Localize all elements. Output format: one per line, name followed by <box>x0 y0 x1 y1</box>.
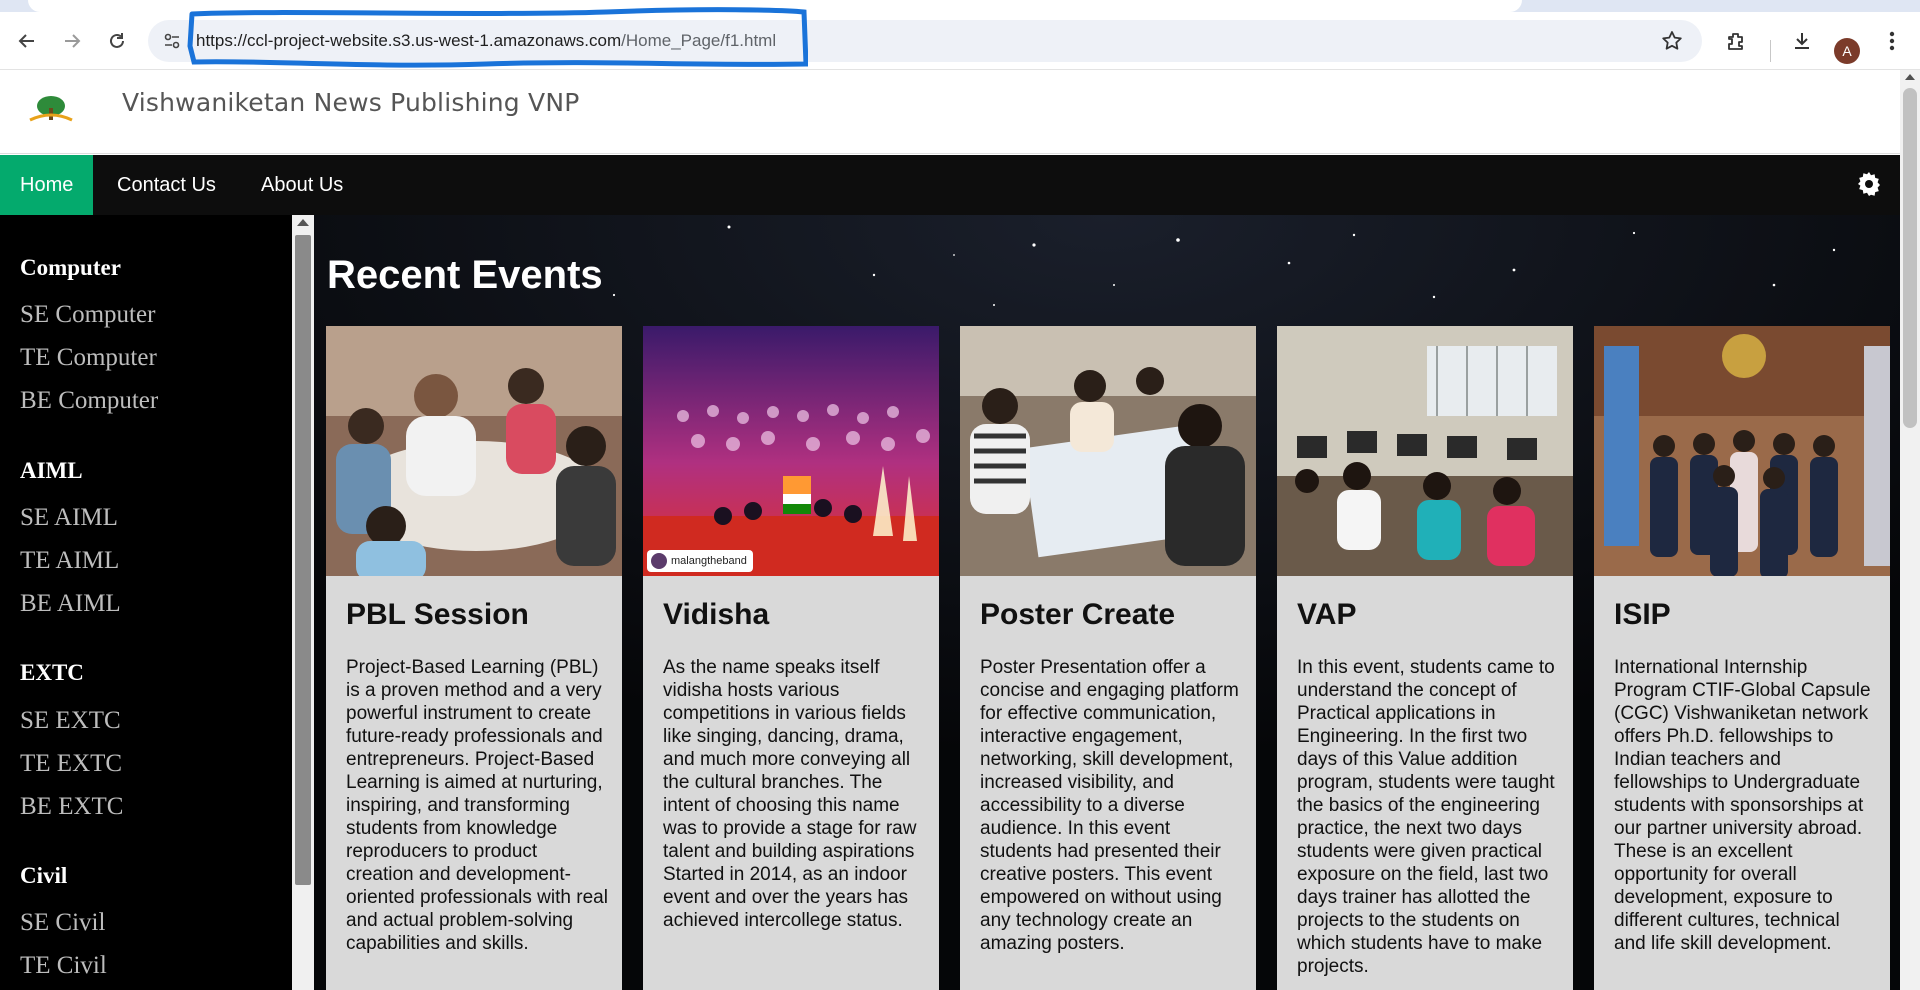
screen: https://ccl-project-website.s3.us-west-1… <box>0 0 1920 990</box>
event-card-vap[interactable]: VAP In this event, students came to unde… <box>1277 326 1573 990</box>
event-card-poster-create[interactable]: Poster Create Poster Presentation offer … <box>960 326 1256 990</box>
sidebar-link-se-extc[interactable]: SE EXTC <box>20 707 121 735</box>
forward-arrow-icon[interactable] <box>56 25 88 57</box>
download-icon[interactable] <box>1786 25 1818 57</box>
sidebar-link-be-aiml[interactable]: BE AIML <box>20 590 121 618</box>
sidebar: Computer SE Computer TE Computer BE Comp… <box>0 215 292 990</box>
sidebar-link-se-civil[interactable]: SE Civil <box>20 909 105 937</box>
kebab-menu-icon[interactable] <box>1876 25 1908 57</box>
event-photo-isip <box>1594 326 1890 576</box>
url-path: /Home_Page/f1.html <box>621 31 777 50</box>
badge-avatar-icon <box>651 553 667 569</box>
gear-icon[interactable] <box>1856 171 1882 197</box>
sidebar-link-te-aiml[interactable]: TE AIML <box>20 547 119 575</box>
event-title: ISIP <box>1614 598 1671 631</box>
event-title: Poster Create <box>980 598 1176 631</box>
tab-strip <box>0 0 1920 12</box>
top-navigation: Home Contact Us About Us <box>0 155 1900 215</box>
sidebar-link-be-extc[interactable]: BE EXTC <box>20 793 123 821</box>
sidebar-link-se-computer[interactable]: SE Computer <box>20 301 155 329</box>
event-photo-vap <box>1277 326 1573 576</box>
event-photo-vidisha <box>643 326 939 576</box>
active-tab[interactable] <box>28 0 1522 12</box>
main-content: Recent Events PBL Session Project-Based … <box>314 215 1900 990</box>
event-title: VAP <box>1297 598 1357 631</box>
site-header: Vishwaniketan News Publishing VNP <box>0 70 1900 154</box>
event-description: In this event, students came to understa… <box>1297 657 1555 977</box>
web-page: Vishwaniketan News Publishing VNP Home C… <box>0 70 1920 990</box>
scroll-up-arrow-icon[interactable] <box>297 219 309 226</box>
nav-home[interactable]: Home <box>0 155 94 215</box>
sidebar-link-te-civil[interactable]: TE Civil <box>20 952 107 980</box>
event-card-vidisha[interactable]: malangtheband Vidisha As the name speaks… <box>643 326 939 990</box>
sidebar-heading-computer: Computer <box>20 255 121 280</box>
sidebar-heading-aiml: AIML <box>20 458 83 483</box>
event-description: Project-Based Learning (PBL) is a proven… <box>346 657 608 954</box>
sidebar-heading-civil: Civil <box>20 863 68 888</box>
photo-credit-badge: malangtheband <box>647 550 753 572</box>
event-description: International Internship Program CTIF-Gl… <box>1614 657 1871 954</box>
profile-initial: A <box>1842 43 1852 59</box>
toolbar-divider <box>1770 40 1771 62</box>
event-card-isip[interactable]: ISIP International Internship Program CT… <box>1594 326 1890 990</box>
back-arrow-icon[interactable] <box>11 25 43 57</box>
event-title: Vidisha <box>663 598 770 631</box>
bookmark-star-icon[interactable] <box>1656 25 1688 57</box>
site-info-icon[interactable] <box>160 29 184 53</box>
extensions-icon[interactable] <box>1720 25 1752 57</box>
sidebar-scroll-thumb[interactable] <box>295 235 311 885</box>
events-title: Recent Events <box>327 253 603 297</box>
nav-about-us[interactable]: About Us <box>241 155 363 215</box>
sidebar-link-te-computer[interactable]: TE Computer <box>20 344 157 372</box>
event-description: Poster Presentation offer a concise and … <box>980 657 1239 954</box>
sidebar-scrollbar[interactable] <box>292 215 314 990</box>
photo-credit-text: malangtheband <box>671 555 747 567</box>
reload-icon[interactable] <box>101 25 133 57</box>
event-card-pbl-session[interactable]: PBL Session Project-Based Learning (PBL)… <box>326 326 622 990</box>
page-scroll-thumb[interactable] <box>1903 88 1917 428</box>
browser-toolbar: https://ccl-project-website.s3.us-west-1… <box>0 12 1920 70</box>
address-bar[interactable]: https://ccl-project-website.s3.us-west-1… <box>148 20 1702 62</box>
nav-contact-us[interactable]: Contact Us <box>97 155 236 215</box>
sidebar-heading-extc: EXTC <box>20 660 84 685</box>
site-title: Vishwaniketan News Publishing VNP <box>122 88 580 117</box>
url-text[interactable]: https://ccl-project-website.s3.us-west-1… <box>196 31 776 51</box>
page-scrollbar[interactable] <box>1900 70 1920 990</box>
page-scroll-up-arrow-icon[interactable] <box>1905 74 1915 80</box>
url-host: https://ccl-project-website.s3.us-west-1… <box>196 31 622 50</box>
event-photo-pbl-session <box>326 326 622 576</box>
event-description: As the name speaks itself vidisha hosts … <box>663 657 917 931</box>
sidebar-link-be-computer[interactable]: BE Computer <box>20 387 158 415</box>
profile-avatar[interactable]: A <box>1834 38 1860 64</box>
sidebar-link-te-extc[interactable]: TE EXTC <box>20 750 122 778</box>
event-photo-poster-create <box>960 326 1256 576</box>
event-title: PBL Session <box>346 598 529 631</box>
site-logo[interactable] <box>18 90 84 134</box>
sidebar-link-se-aiml[interactable]: SE AIML <box>20 504 118 532</box>
